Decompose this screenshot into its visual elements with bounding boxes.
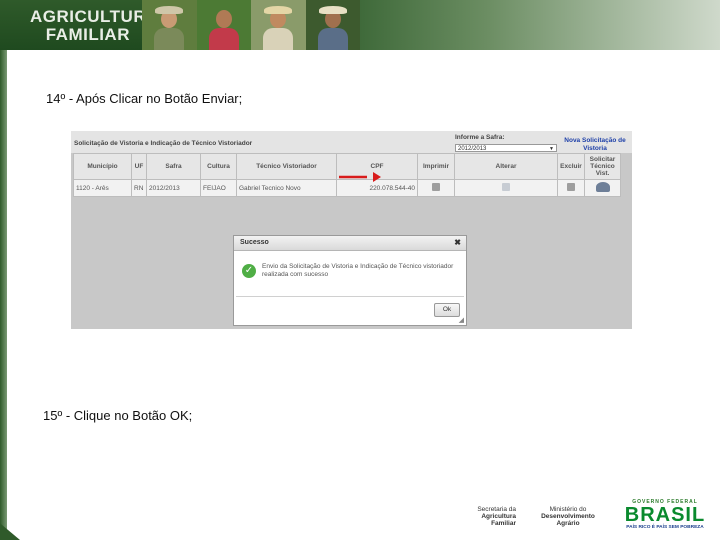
step-14-text: 14º - Após Clicar no Botão Enviar; (46, 91, 243, 106)
step-15-text: 15º - Clique no Botão OK; (43, 408, 193, 423)
cell-municipio: 1120 - Arês (73, 179, 132, 197)
farmer-photo-1 (142, 0, 197, 50)
logo-line-1: AGRICULTURA (30, 7, 159, 26)
cell-uf: RN (131, 179, 147, 197)
secretaria-line-1: Secretaria da (477, 506, 516, 513)
secretaria-logo: Secretaria da Agricultura Familiar (458, 506, 516, 527)
table-row: 1120 - Arês RN 2012/2013 FEIJAO Gabriel … (73, 179, 621, 197)
edit-icon[interactable] (502, 183, 510, 191)
printer-icon[interactable] (432, 183, 440, 191)
close-icon[interactable]: ✖ (454, 238, 461, 247)
screen-title: Solicitação de Vistoria e Indicação de T… (74, 140, 253, 147)
farmer-photos (142, 0, 360, 50)
gov-slogan: PAÍS RICO É PAÍS SEM POBREZA (626, 525, 704, 530)
column-header-cultura: Cultura (200, 153, 237, 180)
cell-alterar (454, 179, 558, 197)
success-dialog: Sucesso ✖ ✓ Envio da Solicitação de Vist… (233, 235, 467, 326)
ministerio-logo: Ministério do Desenvolvimento Agrário (532, 506, 604, 527)
banner-gradient (360, 0, 720, 50)
chevron-down-icon: ▼ (549, 146, 554, 152)
column-header-alterar: Alterar (454, 153, 558, 180)
column-header-safra: Safra (146, 153, 201, 180)
safra-value: 2012/2013 (458, 146, 487, 152)
logo-line-2: FAMILIAR (45, 25, 130, 44)
delete-icon[interactable] (567, 183, 575, 191)
safra-select[interactable]: 2012/2013 ▼ (455, 144, 557, 152)
ministerio-line-1: Ministério do (549, 506, 587, 513)
cell-safra: 2012/2013 (146, 179, 201, 197)
brasil-wordmark: BRASIL (624, 504, 706, 526)
ministerio-line-2: Desenvolvimento Agrário (541, 513, 595, 527)
dialog-titlebar: Sucesso ✖ (234, 236, 466, 251)
dialog-divider (236, 296, 464, 297)
cell-solicitar (584, 179, 621, 197)
screenshot-toolbar: Solicitação de Vistoria e Indicação de T… (71, 131, 632, 153)
cell-tecnico: Gabriel Tecnico Novo (236, 179, 337, 197)
column-header-uf: UF (131, 153, 147, 180)
cell-cultura: FEIJAO (200, 179, 237, 197)
left-frame-bar (0, 50, 7, 540)
cell-cpf: 220.078.544-40 (336, 179, 418, 197)
dialog-message: Envio da Solicitação de Vistoria e Indic… (262, 263, 454, 278)
header-banner: AGRICULTURA FAMILIAR (0, 0, 720, 50)
dialog-title: Sucesso (240, 239, 269, 246)
governo-federal-logo: GOVERNO FEDERAL BRASIL PAÍS RICO É PAÍS … (619, 499, 711, 530)
system-screenshot: Solicitação de Vistoria e Indicação de T… (71, 131, 632, 329)
column-header-solicitar: Solicitar Técnico Vist. (584, 153, 621, 180)
secretaria-line-2: Agricultura Familiar (481, 513, 516, 527)
column-header-excluir: Excluir (557, 153, 585, 180)
ok-button[interactable]: Ok (434, 303, 460, 317)
agricultura-familiar-logo: AGRICULTURA FAMILIAR (30, 7, 159, 44)
red-arrow-icon (339, 172, 381, 182)
success-check-icon: ✓ (242, 264, 256, 278)
column-header-imprimir: Imprimir (417, 153, 455, 180)
farmer-photo-2 (196, 0, 251, 50)
column-header-tecnico: Técnico Vistoriador (236, 153, 337, 180)
cell-excluir (557, 179, 585, 197)
request-technician-icon[interactable] (595, 182, 610, 192)
resize-handle-icon[interactable]: ◢ (459, 316, 464, 324)
farmer-photo-4 (305, 0, 360, 50)
safra-label: Informe a Safra: (455, 134, 505, 141)
column-header-municipio: Município (73, 153, 132, 180)
farmer-photo-3 (251, 0, 306, 50)
new-request-link[interactable]: Nova Solicitação de Vistoria (561, 137, 629, 153)
cell-imprimir (417, 179, 455, 197)
